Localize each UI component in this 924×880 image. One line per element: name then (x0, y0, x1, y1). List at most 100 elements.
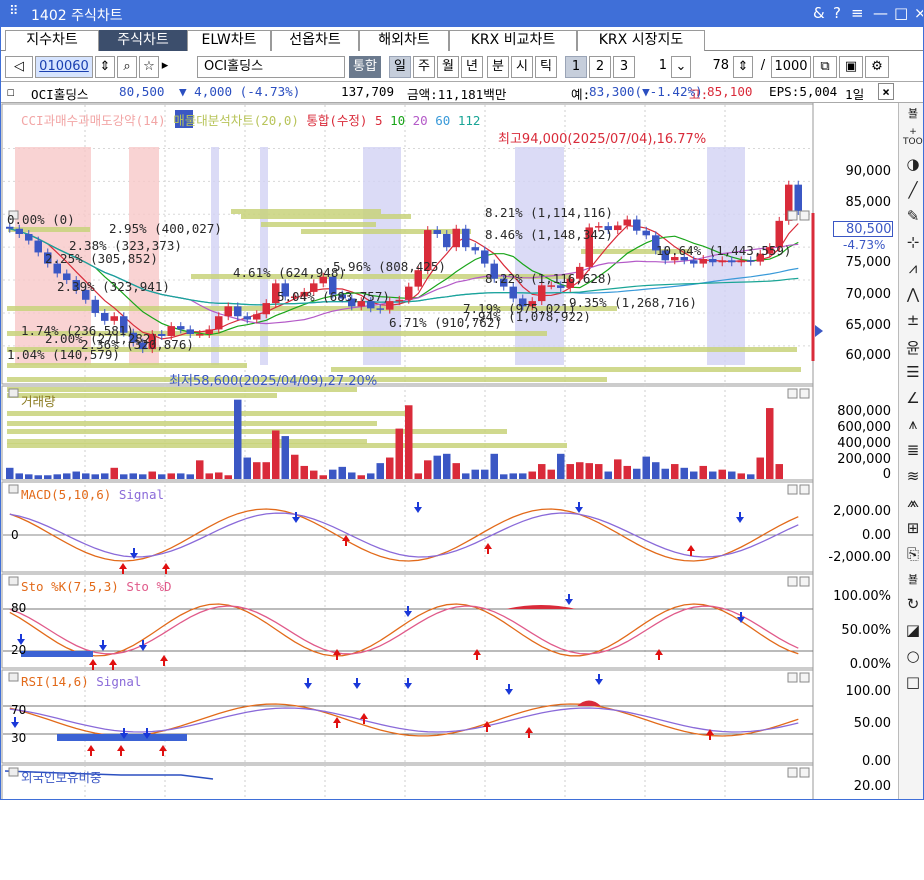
pane-maximize-button[interactable] (787, 672, 798, 683)
count-spin-icon[interactable]: ⇕ (733, 56, 753, 78)
period-hour-button[interactable]: 시 (511, 56, 533, 78)
low-annotation: 최저58,600(2025/04/09),27.20% (169, 374, 378, 389)
volume-profile-label: 9.35% (1,268,716) (569, 295, 697, 310)
save-icon[interactable]: ▣ (839, 56, 863, 78)
tab-stock-chart[interactable]: 주식차트 (99, 30, 187, 51)
period-month-button[interactable]: 월 (437, 56, 459, 78)
tool-label2-icon[interactable]: 뵬 (903, 571, 923, 597)
tool-rotate-icon[interactable]: ↻ (903, 595, 923, 621)
tool-add-line-icon[interactable]: ⊹ (903, 233, 923, 259)
code-spin-icon[interactable]: ⇕ (95, 56, 115, 78)
close-info-icon[interactable]: × (878, 83, 894, 100)
tool-pen-icon[interactable]: ✎ (903, 207, 923, 233)
tool-plusminus-icon[interactable]: ± (903, 311, 923, 337)
period-minute-button[interactable]: 분 (487, 56, 509, 78)
checkbox-icon[interactable]: ☐ (7, 84, 15, 99)
pane-collapse-button[interactable] (8, 767, 19, 777)
axis-90000: 90,000 (845, 164, 892, 179)
stock-code-input[interactable]: 010060 (35, 56, 93, 78)
tool-box-icon[interactable]: ◪ (903, 621, 923, 647)
window-title: 1402 주식차트 (31, 8, 123, 24)
tool-text-icon[interactable]: 윤 (903, 337, 923, 363)
sell-signal-arrow-stem (146, 728, 148, 733)
sell-signal-arrow-stem (407, 606, 409, 611)
volume-bar (623, 465, 631, 479)
period-year-button[interactable]: 년 (461, 56, 483, 78)
tool-channel-icon[interactable]: ≋ (903, 467, 923, 493)
next-arrow-icon[interactable]: ▸ (159, 56, 171, 78)
sell-signal-arrow-stem (123, 728, 125, 733)
pane-collapse-button[interactable] (8, 576, 19, 586)
unit-dropdown-icon[interactable]: ⌄ (671, 56, 691, 78)
tool-fibo-icon[interactable]: ≣ (903, 441, 923, 467)
stock-name-field[interactable]: OCI홀딩스 (197, 56, 345, 78)
pane-maximize-button[interactable] (787, 484, 798, 495)
maximize-icon[interactable]: □ (894, 4, 908, 22)
sto-level-20: 20 (11, 643, 27, 657)
pane-close-button[interactable] (799, 576, 810, 587)
volume-bar (471, 469, 479, 479)
tab-futures-chart[interactable]: 선옵차트 (271, 30, 359, 51)
tool-rect-icon[interactable]: □ (903, 673, 923, 699)
close-icon[interactable]: × (914, 4, 923, 22)
pane-close-button[interactable] (799, 484, 810, 495)
tool-hlines-icon[interactable]: ☰ (903, 363, 923, 389)
pane-maximize-button[interactable] (787, 576, 798, 587)
tool-tool-icon[interactable]: +TOOL (903, 127, 923, 153)
window-grip-icon[interactable]: ⠿ (9, 4, 19, 19)
period-combined-button[interactable]: 통합 (349, 56, 381, 78)
minimize-icon[interactable]: — (873, 4, 888, 22)
link-icon[interactable]: & (813, 4, 825, 22)
pane-maximize-button[interactable] (787, 210, 798, 221)
candle-body (167, 326, 175, 336)
menu-icon[interactable]: ≡ (851, 4, 864, 22)
tool-circle-half-icon[interactable]: ◑ (903, 155, 923, 181)
tab-elw-chart[interactable]: ELW차트 (187, 30, 271, 51)
num-2-button[interactable]: 2 (589, 56, 611, 78)
sell-signal-arrow-stem (407, 678, 409, 683)
tab-krx-map[interactable]: KRX 시장지도 (577, 30, 705, 51)
tool-pattern-icon[interactable]: ⩕ (903, 493, 923, 519)
tab-index-chart[interactable]: 지수차트 (5, 30, 99, 51)
pane-collapse-button[interactable] (8, 672, 19, 682)
tool-doc-icon[interactable]: ⎘ (903, 545, 923, 571)
tab-overseas-chart[interactable]: 해외차트 (359, 30, 449, 51)
chart-canvas[interactable] (1, 103, 898, 800)
prev-code-button[interactable]: ◁ (5, 56, 33, 78)
unit-input[interactable]: 1 (643, 56, 671, 78)
tool-rwm-icon[interactable]: ⊞ (903, 519, 923, 545)
sell-signal-arrow (99, 645, 107, 651)
num-1-button[interactable]: 1 (565, 56, 587, 78)
pane-close-button[interactable] (799, 210, 810, 221)
search-icon[interactable]: ⌕ (117, 56, 137, 78)
favorite-icon[interactable]: ☆ (139, 56, 159, 78)
tool-line-icon[interactable]: ╱ (903, 181, 923, 207)
sell-signal-arrow-stem (740, 612, 742, 617)
period-week-button[interactable]: 주 (413, 56, 435, 78)
volume-bar (528, 471, 536, 479)
tool-zigzag-icon[interactable]: ⩘ (903, 259, 923, 285)
total-input[interactable]: 1000 (771, 56, 811, 78)
settings-icon[interactable]: ⚙ (865, 56, 889, 78)
tool-wave-icon[interactable]: ⋀ (903, 285, 923, 311)
tool-circle-icon[interactable]: ○ (903, 647, 923, 673)
period-tick-button[interactable]: 틱 (535, 56, 557, 78)
pane-collapse-button[interactable] (8, 484, 19, 494)
add-window-icon[interactable]: ⧉ (813, 56, 837, 78)
pane-collapse-button[interactable] (8, 388, 19, 398)
sell-signal-arrow (736, 517, 744, 523)
pane-close-button[interactable] (799, 388, 810, 399)
volume-bar (718, 469, 726, 479)
num-3-button[interactable]: 3 (613, 56, 635, 78)
tool-angle-icon[interactable]: ∠ (903, 389, 923, 415)
count-input[interactable]: 78 (699, 56, 733, 78)
pane-close-button[interactable] (799, 767, 810, 778)
period-day-button[interactable]: 일 (389, 56, 411, 78)
volume-profile-label: 5.04% (683,757) (277, 289, 390, 304)
pane-maximize-button[interactable] (787, 767, 798, 778)
pane-close-button[interactable] (799, 672, 810, 683)
tab-krx-compare[interactable]: KRX 비교차트 (449, 30, 577, 51)
help-icon[interactable]: ? (833, 4, 841, 22)
tool-fan-icon[interactable]: ⩚ (903, 415, 923, 441)
pane-maximize-button[interactable] (787, 388, 798, 399)
